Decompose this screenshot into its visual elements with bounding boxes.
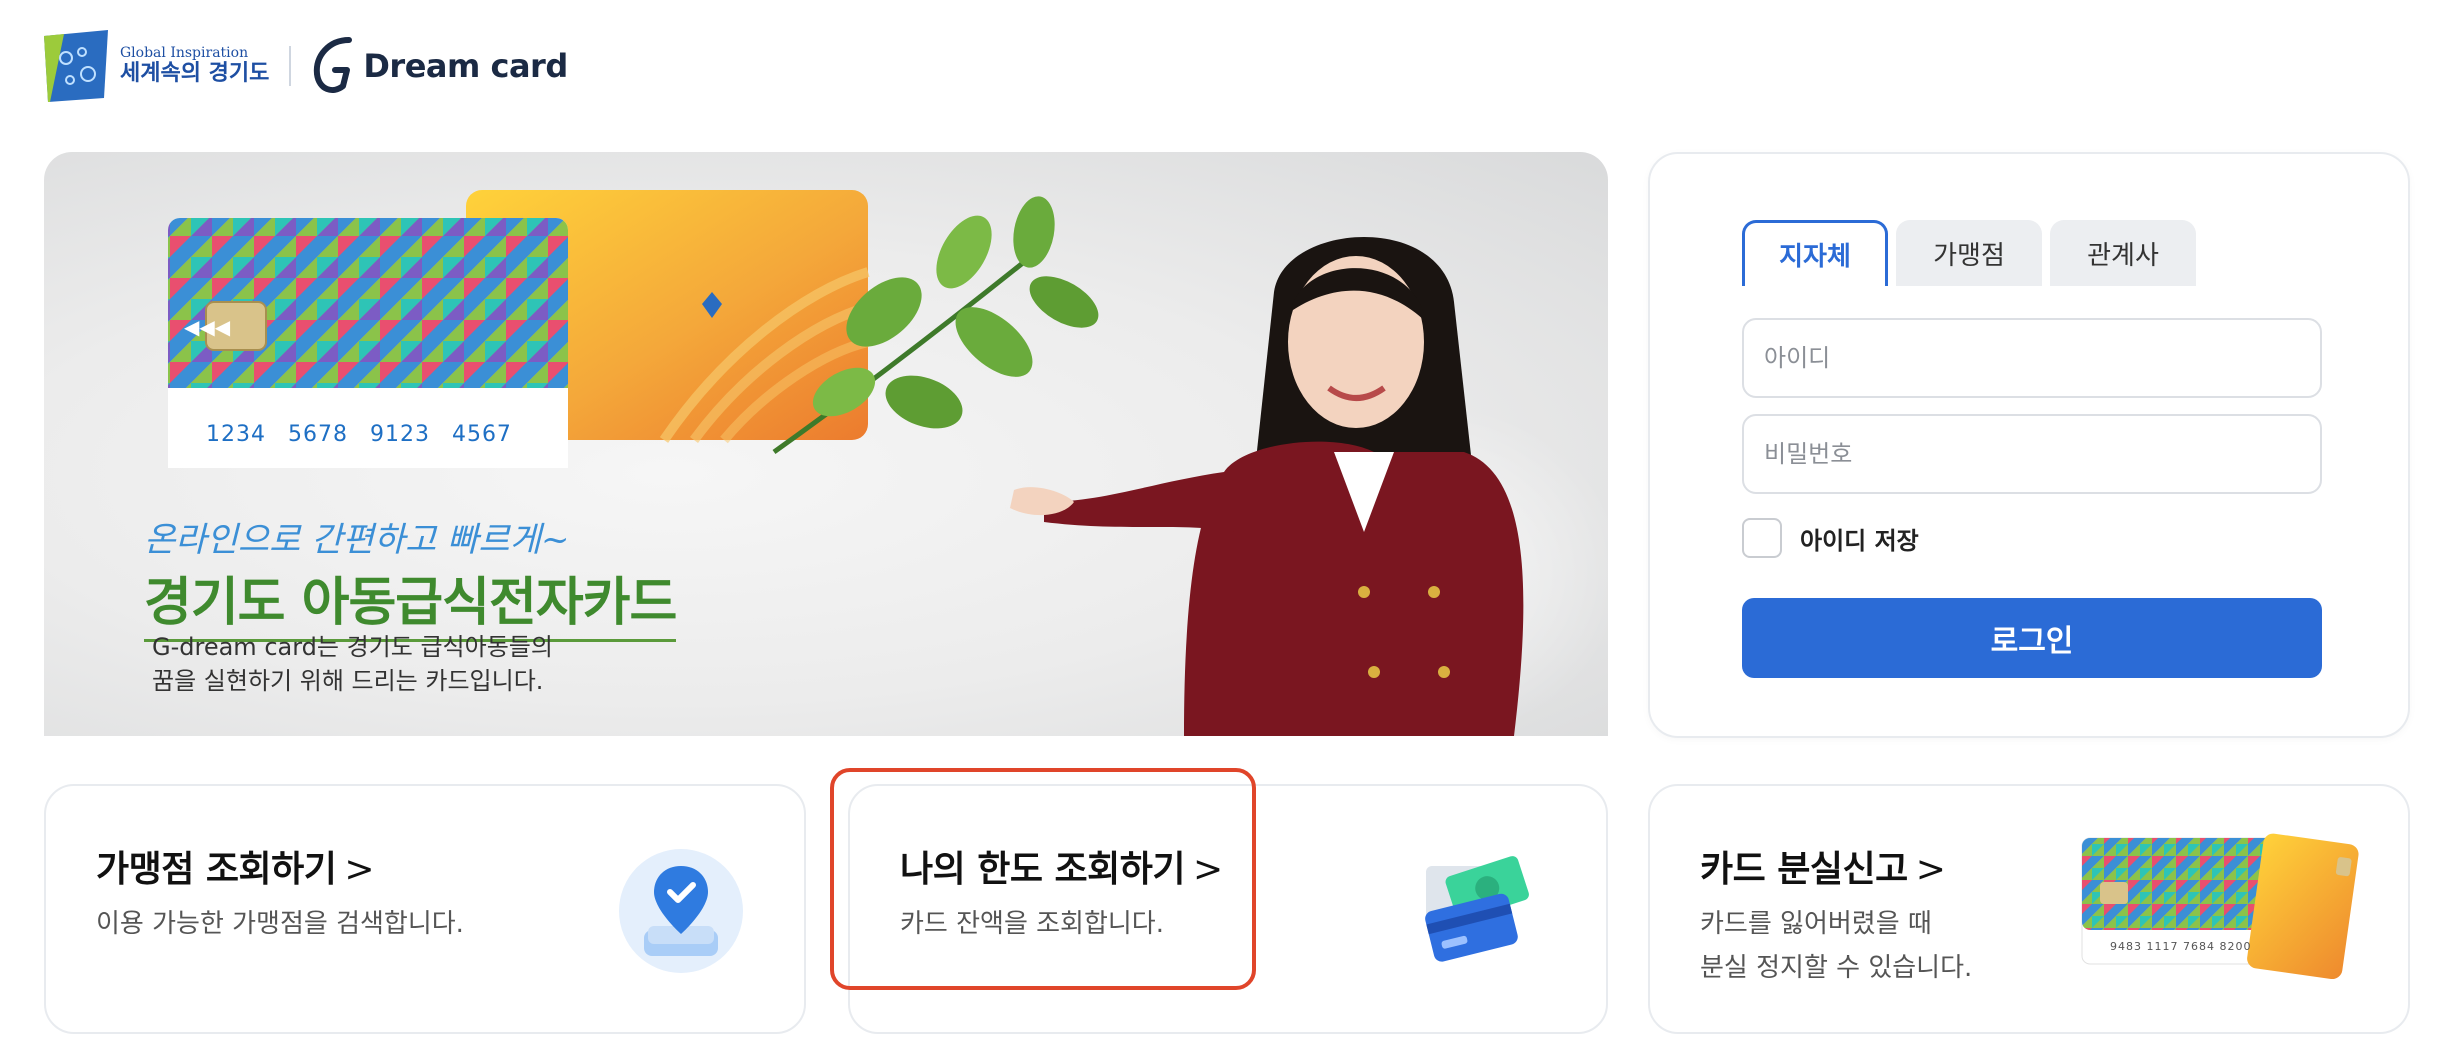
banner-desc-line: 꿈을 실현하기 위해 드리는 카드입니다. bbox=[152, 667, 544, 695]
banner-description: G-dream card는 경기도 급식아동들의 꿈을 실현하기 위해 드리는 … bbox=[152, 630, 553, 698]
banner-desc-line: G-dream card는 경기도 급식아동들의 bbox=[152, 633, 553, 661]
remember-id-checkbox[interactable] bbox=[1742, 518, 1782, 558]
quick-link-title-text[interactable]: 나의 한도 조회하기 bbox=[900, 849, 1186, 890]
gyeonggi-name: 세계속의 경기도 bbox=[120, 61, 270, 87]
quick-link-merchant-search[interactable]: 가맹점 조회하기 > 이용 가능한 가맹점을 검색합니다. bbox=[44, 784, 806, 1034]
map-pin-icon bbox=[619, 849, 743, 973]
chevron-right-icon: > bbox=[344, 849, 375, 890]
cards-icon bbox=[2081, 833, 2359, 980]
hero-banner: ◀◀◀ 1234 5678 9123 4567 온라인으로 간편하고 빠르게~ … bbox=[44, 152, 1608, 736]
user-id-input[interactable] bbox=[1742, 318, 2322, 398]
login-button[interactable]: 로그인 bbox=[1742, 598, 2322, 678]
gyeonggi-slogan: Global Inspiration bbox=[120, 45, 249, 62]
sample-card-number: 1234 5678 9123 4567 bbox=[206, 422, 512, 447]
banner-subtitle: 온라인으로 간편하고 빠르게~ bbox=[144, 520, 570, 560]
quick-link-description: 이용 가능한 가맹점을 검색합니다. bbox=[96, 902, 464, 946]
quick-link-desc-line: 카드 잔액을 조회합니다. bbox=[900, 909, 1164, 939]
gyeonggi-logo[interactable]: Global Inspiration 세계속의 경기도 bbox=[44, 30, 269, 102]
login-panel: 지자체 가맹점 관계사 아이디 저장 로그인 bbox=[1648, 152, 2410, 738]
quick-link-desc-line: 카드를 잃어버렸을 때 bbox=[1700, 909, 1932, 939]
quick-link-lost-card[interactable]: 카드 분실신고 > 카드를 잃어버렸을 때 분실 정지할 수 있습니다. 948… bbox=[1648, 784, 2410, 1034]
card-money-icon bbox=[1425, 856, 1529, 962]
tab-municipality[interactable]: 지자체 bbox=[1742, 220, 1888, 286]
gyeonggi-emblem-icon bbox=[44, 30, 108, 102]
quick-link-desc-line: 분실 정지할 수 있습니다. bbox=[1700, 953, 1973, 983]
gdream-wordmark: Dream card bbox=[363, 47, 568, 85]
gdream-logo[interactable]: Dream card bbox=[309, 34, 568, 98]
quick-link-title[interactable]: 가맹점 조회하기 > bbox=[96, 840, 375, 892]
logo-divider bbox=[289, 46, 292, 86]
quick-link-description: 카드 잔액을 조회합니다. bbox=[900, 902, 1164, 946]
quick-link-title[interactable]: 카드 분실신고 > bbox=[1700, 840, 1946, 892]
quick-link-title-text[interactable]: 카드 분실신고 bbox=[1700, 849, 1908, 890]
tab-merchant[interactable]: 가맹점 bbox=[1896, 220, 2042, 286]
quick-link-title[interactable]: 나의 한도 조회하기 > bbox=[900, 840, 1223, 892]
student-girl-image bbox=[1010, 237, 1608, 736]
lost-card-sample-number: 9483 1117 7684 8200 bbox=[2110, 940, 2252, 953]
chevron-right-icon: > bbox=[1915, 849, 1946, 890]
login-type-tabs: 지자체 가맹점 관계사 bbox=[1742, 220, 2204, 286]
svg-text:◀◀◀: ◀◀◀ bbox=[184, 315, 231, 339]
quick-link-limit-check[interactable]: 나의 한도 조회하기 > 카드 잔액을 조회합니다. bbox=[848, 784, 1608, 1034]
site-header: Global Inspiration 세계속의 경기도 Dream card bbox=[44, 30, 568, 102]
gdream-g-icon bbox=[314, 37, 353, 93]
chevron-right-icon: > bbox=[1193, 849, 1223, 890]
tab-partner[interactable]: 관계사 bbox=[2050, 220, 2196, 286]
quick-link-desc-line: 이용 가능한 가맹점을 검색합니다. bbox=[96, 909, 464, 939]
remember-id-label[interactable]: 아이디 저장 bbox=[1800, 521, 1919, 556]
quick-link-description: 카드를 잃어버렸을 때 분실 정지할 수 있습니다. bbox=[1700, 902, 1972, 990]
password-input[interactable] bbox=[1742, 414, 2322, 494]
quick-link-title-text[interactable]: 가맹점 조회하기 bbox=[96, 849, 337, 890]
remember-id[interactable]: 아이디 저장 bbox=[1742, 518, 1919, 558]
